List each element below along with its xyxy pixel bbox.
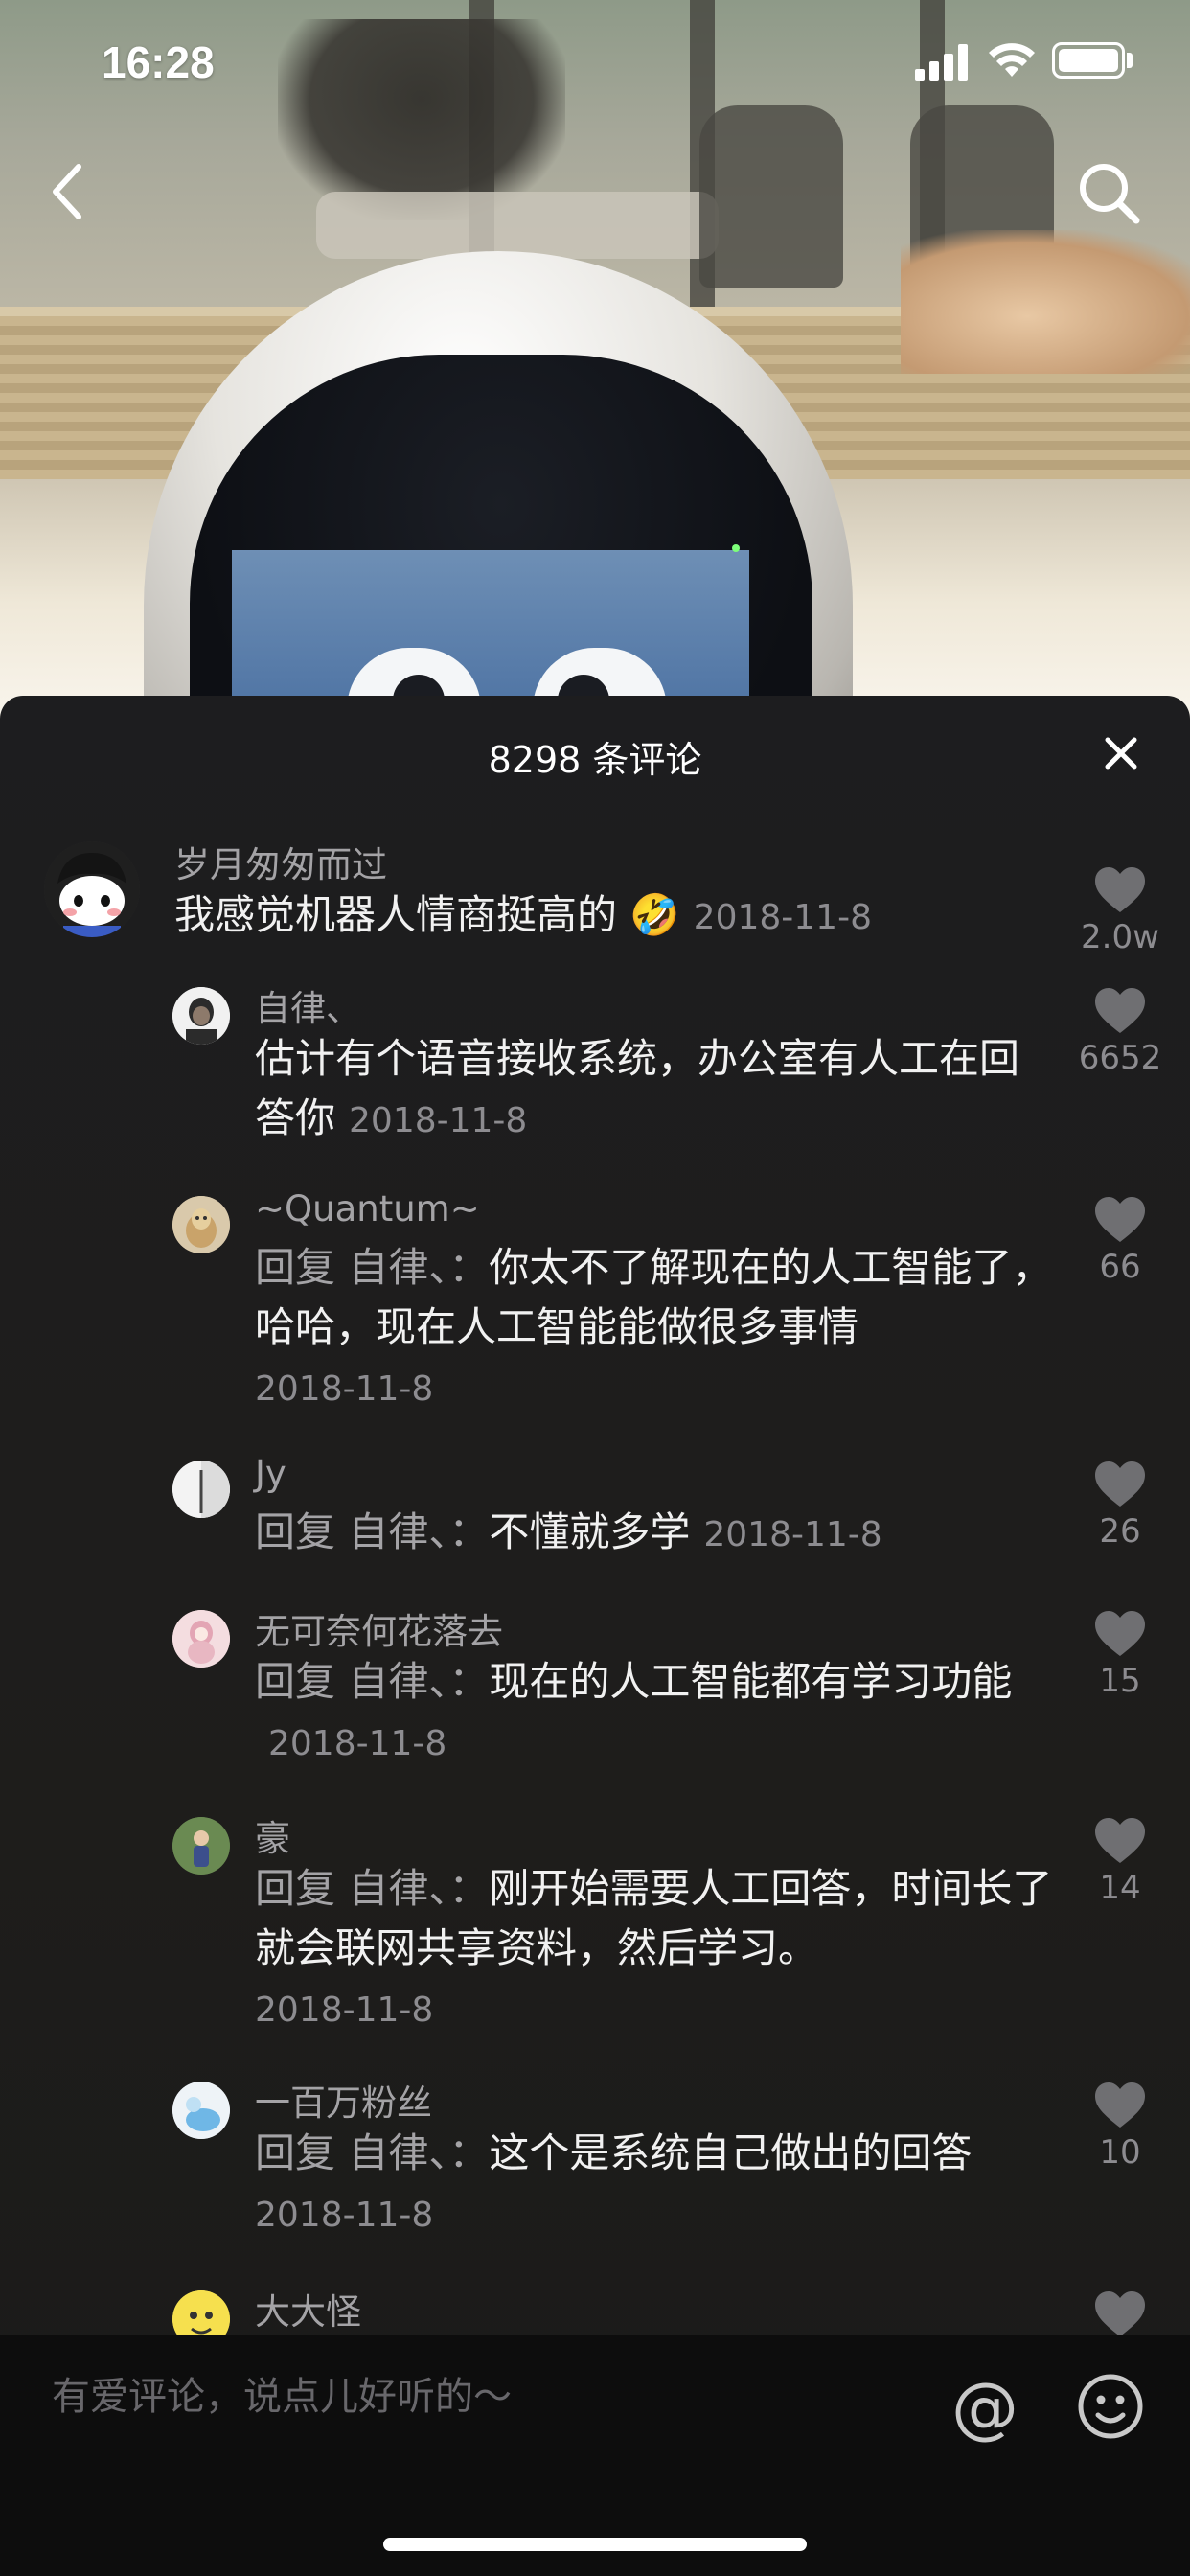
avatar[interactable] — [172, 1196, 230, 1254]
robot-led — [732, 544, 740, 552]
comment-input[interactable] — [52, 2375, 895, 2419]
reply-prefix[interactable]: 回复 自律、： — [255, 2129, 489, 2176]
status-time: 16:28 — [102, 37, 215, 87]
comment-username[interactable]: 一百万粉丝 — [255, 2074, 432, 2126]
battery-icon — [1052, 42, 1125, 79]
like-button[interactable]: 14 — [1067, 1817, 1173, 1907]
comment-text: 回复 自律、：这个是系统自己做出的回答 2018-11-8 — [255, 2124, 1079, 2245]
search-icon[interactable] — [1075, 153, 1144, 230]
at-mention-icon[interactable]: @ — [949, 2371, 1021, 2444]
heart-icon — [1095, 1461, 1145, 1506]
like-count: 15 — [1099, 1662, 1141, 1700]
like-count: 14 — [1099, 1869, 1141, 1907]
reply-prefix[interactable]: 回复 自律、： — [255, 1244, 489, 1291]
avatar[interactable] — [172, 1460, 230, 1518]
status-bar: 16:28 — [0, 0, 1190, 126]
comment-text: 回复 自律、：不懂就多学 2018-11-8 — [255, 1503, 1060, 1565]
like-count: 2.0w — [1081, 918, 1159, 956]
bg-sofa — [316, 192, 719, 259]
avatar[interactable] — [172, 1817, 230, 1874]
heart-icon — [1095, 1818, 1145, 1863]
like-button[interactable]: 10 — [1067, 2082, 1173, 2172]
comment-date: 2018-11-8 — [349, 1101, 528, 1140]
comment-username[interactable]: 自律、 — [255, 979, 361, 1031]
comments-sheet: 8298 条评论 岁月匆匆而过 我感觉机器人情商挺高的 🤣 2018-11-8 2… — [0, 696, 1190, 2576]
like-button[interactable]: 66 — [1067, 1196, 1173, 1286]
heart-icon — [1095, 2291, 1145, 2336]
comment-username[interactable]: Jy — [255, 1453, 286, 1494]
comment-username[interactable]: 豪 — [255, 1809, 290, 1861]
reply-prefix[interactable]: 回复 自律、： — [255, 1658, 489, 1705]
comment-text-content: 不懂就多学 — [489, 1508, 691, 1555]
comment-text: 回复 自律、：刚开始需要人工回答，时间长了就会联网共享资料，然后学习。 2018-… — [255, 1859, 1060, 2040]
comment-text-content: 我感觉机器人情商挺高的 — [174, 891, 618, 938]
heart-icon — [1095, 867, 1145, 912]
comment-date: 2018-11-8 — [693, 898, 872, 937]
bg-chair — [699, 105, 843, 288]
comment-username[interactable]: 岁月匆匆而过 — [174, 836, 387, 887]
like-button[interactable]: 2.0w — [1067, 866, 1173, 956]
avatar[interactable] — [172, 2082, 230, 2139]
comment-date: 2018-11-8 — [255, 2196, 434, 2235]
like-count: 10 — [1099, 2133, 1141, 2172]
home-indicator[interactable] — [383, 2538, 807, 2551]
avatar[interactable] — [44, 841, 140, 937]
like-button[interactable]: 6652 — [1067, 987, 1173, 1077]
like-count: 66 — [1099, 1248, 1141, 1286]
like-button[interactable]: 15 — [1067, 1610, 1173, 1700]
heart-icon — [1095, 1197, 1145, 1242]
like-button[interactable] — [1067, 2290, 1173, 2338]
emoji-icon[interactable] — [1077, 2373, 1144, 2440]
emoji-laughing: 🤣 — [629, 891, 680, 938]
comment-text-content: 这个是系统自己做出的回答 — [489, 2129, 973, 2176]
comment-date: 2018-11-8 — [255, 1990, 434, 2030]
comment-date: 2018-11-8 — [703, 1515, 882, 1554]
like-count: 6652 — [1078, 1039, 1162, 1077]
reply-prefix[interactable]: 回复 自律、： — [255, 1508, 489, 1555]
comment-username[interactable]: 无可奈何花落去 — [255, 1602, 503, 1654]
heart-icon — [1095, 1611, 1145, 1656]
like-count: 26 — [1099, 1512, 1141, 1551]
reply-prefix[interactable]: 回复 自律、： — [255, 1865, 489, 1912]
close-icon[interactable] — [1100, 732, 1142, 774]
comment-date: 2018-11-8 — [268, 1724, 447, 1763]
back-chevron-icon[interactable] — [42, 153, 100, 230]
heart-icon — [1095, 2082, 1145, 2128]
comment-date: 2018-11-8 — [255, 1369, 434, 1409]
comment-text: 回复 自律、：现在的人工智能都有学习功能 2018-11-8 — [255, 1652, 1060, 1774]
bg-sculpture — [901, 230, 1190, 374]
like-button[interactable]: 26 — [1067, 1460, 1173, 1551]
avatar[interactable] — [172, 987, 230, 1045]
comment-text: 回复 自律、：你太不了解现在的人工智能了，哈哈，现在人工智能能做很多事情 2018… — [255, 1238, 1060, 1419]
wifi-icon — [989, 43, 1035, 77]
comment-username[interactable]: ~Quantum~ — [255, 1188, 480, 1230]
cellular-signal-icon — [915, 44, 969, 80]
comment-text: 估计有个语音接收系统，办公室有人工在回答你 2018-11-8 — [255, 1029, 1050, 1151]
comment-text: 我感觉机器人情商挺高的 🤣 2018-11-8 — [174, 886, 970, 948]
heart-icon — [1095, 988, 1145, 1033]
avatar[interactable] — [172, 1610, 230, 1668]
battery-tip — [1127, 53, 1133, 68]
comment-username[interactable]: 大大怪 — [255, 2283, 361, 2334]
comments-count-title: 8298 条评论 — [488, 739, 702, 781]
comment-text-content: 现在的人工智能都有学习功能 — [489, 1658, 1013, 1705]
